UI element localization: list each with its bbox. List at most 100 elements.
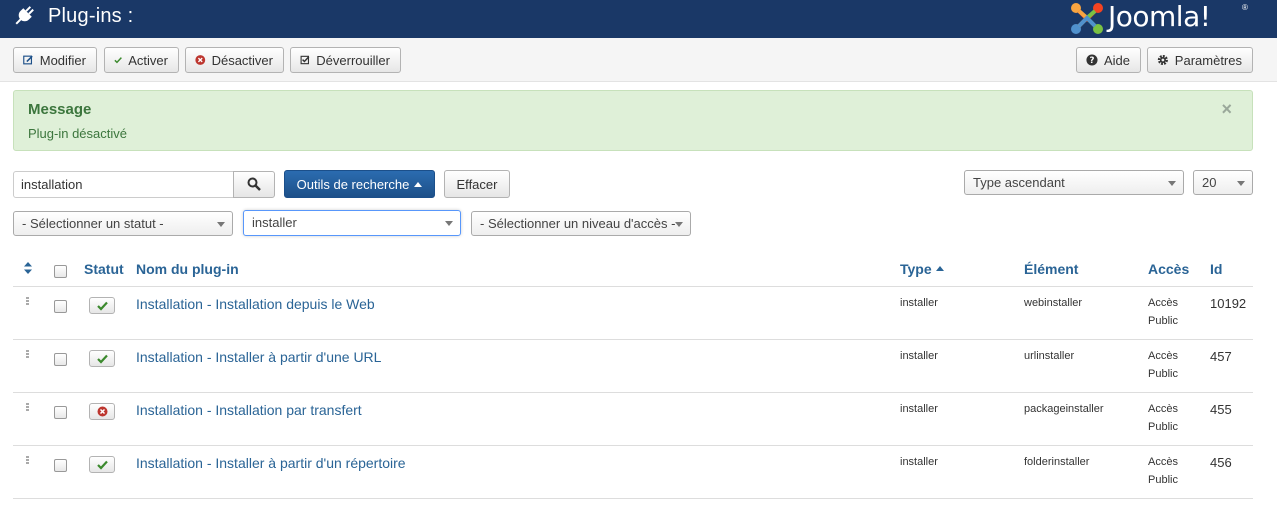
unlock-button[interactable]: Déverrouiller bbox=[290, 47, 401, 73]
limit-select-value: 20 bbox=[1202, 175, 1217, 190]
edit-icon bbox=[23, 55, 33, 65]
status-toggle-button[interactable] bbox=[89, 297, 115, 314]
column-access[interactable]: Accès bbox=[1148, 261, 1189, 277]
row-checkbox[interactable] bbox=[54, 406, 67, 419]
plugin-name-link[interactable]: Installation - Installation depuis le We… bbox=[136, 296, 375, 312]
plugin-type: installer bbox=[900, 350, 938, 362]
table-divider bbox=[13, 445, 1253, 446]
dropdown-arrow-icon bbox=[675, 222, 683, 227]
dropdown-arrow-icon bbox=[1168, 181, 1176, 186]
access-filter-value: - Sélectionner un niveau d'accès - bbox=[480, 216, 676, 231]
caret-up-icon bbox=[414, 181, 423, 187]
row-checkbox[interactable] bbox=[54, 353, 67, 366]
plugin-access-line1: Accès bbox=[1148, 297, 1178, 309]
plugin-access-line2: Public bbox=[1148, 474, 1178, 486]
plugin-access-line1: Accès bbox=[1148, 403, 1178, 415]
plugin-access: Accès Public bbox=[1148, 347, 1178, 383]
sort-select-value: Type ascendant bbox=[973, 175, 1065, 190]
check-icon bbox=[96, 301, 108, 311]
plugin-element: folderinstaller bbox=[1024, 456, 1090, 468]
clear-button[interactable]: Effacer bbox=[444, 170, 510, 198]
close-icon[interactable]: × bbox=[1221, 99, 1232, 120]
plugin-type: installer bbox=[900, 456, 938, 468]
check-icon bbox=[96, 354, 108, 364]
search-button[interactable] bbox=[233, 171, 275, 198]
plugin-id: 455 bbox=[1210, 402, 1232, 417]
circle-x-icon bbox=[195, 55, 206, 65]
plug-icon bbox=[15, 6, 34, 25]
joomla-logo-text: Joomla! bbox=[1108, 0, 1211, 33]
enable-button-label: Activer bbox=[128, 52, 168, 68]
help-button-label: Aide bbox=[1103, 52, 1130, 68]
options-button-label: Paramètres bbox=[1174, 52, 1242, 68]
dropdown-arrow-icon bbox=[445, 221, 453, 226]
options-button[interactable]: Paramètres bbox=[1147, 47, 1253, 73]
drag-handle-icon[interactable] bbox=[26, 350, 29, 361]
table-divider bbox=[13, 498, 1253, 499]
sort-select[interactable]: Type ascendant bbox=[964, 170, 1184, 195]
plugin-access-line2: Public bbox=[1148, 368, 1178, 380]
check-icon bbox=[96, 460, 108, 470]
plugin-id: 456 bbox=[1210, 455, 1232, 470]
access-filter[interactable]: - Sélectionner un niveau d'accès - bbox=[471, 211, 691, 236]
select-all-checkbox[interactable] bbox=[54, 265, 67, 278]
column-status[interactable]: Statut bbox=[84, 261, 124, 277]
plugin-element: urlinstaller bbox=[1024, 350, 1075, 362]
unlock-button-label: Déverrouiller bbox=[316, 52, 390, 68]
plugin-access-line2: Public bbox=[1148, 315, 1178, 327]
plugin-element: packageinstaller bbox=[1024, 403, 1104, 415]
limit-select[interactable]: 20 bbox=[1193, 170, 1253, 195]
checkbox-checked-icon bbox=[300, 55, 310, 65]
success-message: Message Plug-in désactivé × bbox=[13, 90, 1253, 151]
folder-filter-value: installer bbox=[252, 215, 297, 230]
status-toggle-button[interactable] bbox=[89, 350, 115, 367]
drag-handle-icon[interactable] bbox=[26, 403, 29, 414]
joomla-logo-registered: ® bbox=[1242, 3, 1248, 12]
status-filter[interactable]: - Sélectionner un statut - bbox=[13, 211, 233, 236]
plugin-element: webinstaller bbox=[1024, 297, 1083, 309]
sort-ascending-icon bbox=[935, 266, 944, 271]
search-tools-label: Outils de recherche bbox=[296, 176, 410, 192]
edit-button[interactable]: Modifier bbox=[13, 47, 97, 73]
page-title: Plug-ins : bbox=[48, 5, 134, 27]
clear-button-label: Effacer bbox=[456, 176, 498, 192]
plugin-id: 457 bbox=[1210, 349, 1232, 364]
column-name[interactable]: Nom du plug-in bbox=[136, 261, 239, 277]
status-toggle-button[interactable] bbox=[89, 456, 115, 473]
plugin-type: installer bbox=[900, 297, 938, 309]
status-filter-value: - Sélectionner un statut - bbox=[22, 216, 164, 231]
table-divider bbox=[13, 339, 1253, 340]
plugin-name-link[interactable]: Installation - Installer à partir d'un r… bbox=[136, 455, 406, 471]
plugin-name-link[interactable]: Installation - Installer à partir d'une … bbox=[136, 349, 381, 365]
enable-button[interactable]: Activer bbox=[104, 47, 179, 73]
column-type[interactable]: Type bbox=[900, 261, 944, 277]
message-text: Plug-in désactivé bbox=[28, 126, 127, 141]
app-header: Plug-ins : Joomla! ® bbox=[0, 0, 1277, 38]
toolbar: Modifier Activer Désactiver Déverrouille… bbox=[0, 38, 1277, 82]
column-element[interactable]: Élément bbox=[1024, 261, 1078, 277]
dropdown-arrow-icon bbox=[217, 222, 225, 227]
dropdown-arrow-icon bbox=[1237, 181, 1245, 186]
folder-filter[interactable]: installer bbox=[243, 210, 461, 236]
search-input[interactable] bbox=[13, 171, 234, 198]
status-toggle-button[interactable] bbox=[89, 403, 115, 420]
circle-x-icon bbox=[97, 406, 107, 417]
drag-handle-icon[interactable] bbox=[26, 297, 29, 308]
plugin-type: installer bbox=[900, 403, 938, 415]
disable-button[interactable]: Désactiver bbox=[185, 47, 284, 73]
plugin-name-link[interactable]: Installation - Installation par transfer… bbox=[136, 402, 362, 418]
table-divider bbox=[13, 392, 1253, 393]
row-checkbox[interactable] bbox=[54, 459, 67, 472]
table-divider bbox=[13, 286, 1253, 287]
help-button[interactable]: ? Aide bbox=[1076, 47, 1141, 73]
disable-button-label: Désactiver bbox=[211, 52, 273, 68]
column-id[interactable]: Id bbox=[1210, 261, 1222, 277]
search-tools-button[interactable]: Outils de recherche bbox=[284, 170, 435, 198]
question-circle-icon: ? bbox=[1086, 54, 1098, 66]
check-icon bbox=[114, 57, 122, 64]
column-type-label: Type bbox=[900, 261, 932, 277]
sort-ordering-icon[interactable] bbox=[23, 261, 33, 275]
row-checkbox[interactable] bbox=[54, 300, 67, 313]
edit-button-label: Modifier bbox=[39, 52, 86, 68]
drag-handle-icon[interactable] bbox=[26, 456, 29, 467]
